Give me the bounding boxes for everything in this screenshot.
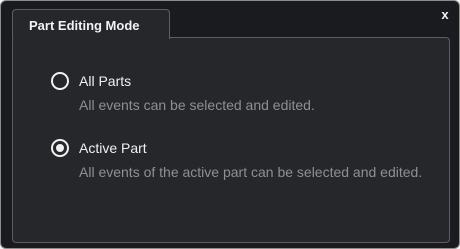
option-label: Active Part	[79, 140, 147, 156]
option-description: All events can be selected and edited.	[79, 97, 315, 113]
option-label: All Parts	[79, 73, 132, 89]
tab-part-editing-mode[interactable]: Part Editing Mode	[12, 9, 170, 39]
radio-active-part[interactable]	[51, 139, 69, 157]
radio-selected-dot	[56, 144, 64, 152]
option-description: All events of the active part can be sel…	[79, 164, 423, 180]
options-group: All Parts All events can be selected and…	[12, 37, 450, 243]
radio-all-parts[interactable]	[51, 72, 69, 90]
tab-label: Part Editing Mode	[29, 18, 140, 33]
part-editing-mode-panel: All Parts All events can be selected and…	[0, 0, 460, 249]
close-button[interactable]: x	[437, 7, 453, 23]
